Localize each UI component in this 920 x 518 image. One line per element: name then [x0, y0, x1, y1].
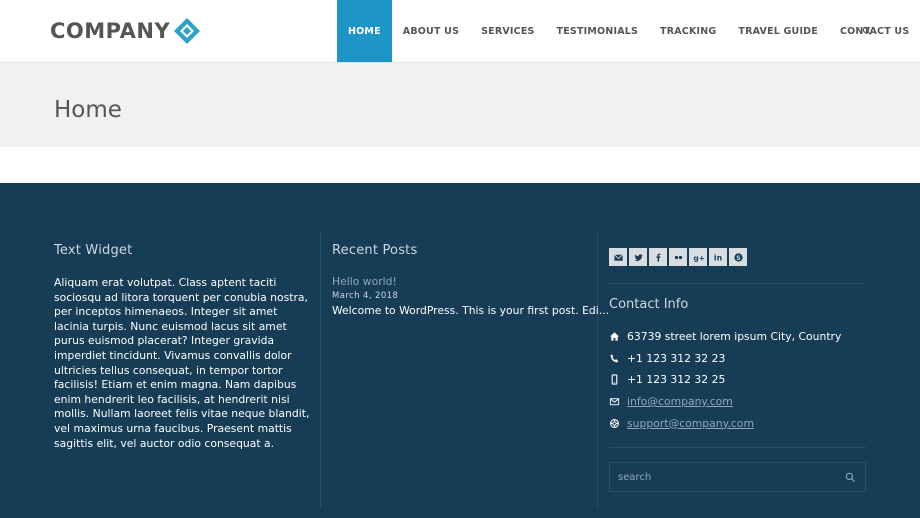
svg-text:in: in [713, 253, 721, 262]
social-icons: g+ in S [609, 248, 866, 266]
phone-icon [609, 353, 627, 364]
linkedin-icon[interactable]: in [709, 248, 727, 266]
recent-posts-widget: Recent Posts Hello world! March 4, 2018 … [332, 243, 610, 317]
nav-services[interactable]: SERVICES [470, 0, 545, 62]
post-title-link[interactable]: Hello world! [332, 275, 584, 288]
site-footer: Text Widget Aliquam erat volutpat. Class… [0, 183, 920, 518]
contact-divider [609, 283, 866, 284]
lifebuoy-icon [609, 418, 627, 429]
contact-info-title: Contact Info [609, 297, 689, 312]
mobile-text: +1 123 312 32 25 [627, 373, 726, 387]
contact-email: info@company.com [609, 391, 866, 413]
phone-text: +1 123 312 32 23 [627, 351, 726, 365]
address-text: 63739 street lorem ipsum City, Country [627, 330, 842, 344]
column-divider [597, 233, 598, 508]
post-excerpt: Welcome to WordPress. This is your first… [332, 304, 610, 317]
twitter-icon[interactable] [629, 248, 647, 266]
nav-testimonials[interactable]: TESTIMONIALS [546, 0, 650, 62]
contact-phone: +1 123 312 32 23 [609, 348, 866, 370]
search-icon[interactable] [862, 26, 872, 36]
recent-posts-title: Recent Posts [332, 243, 418, 258]
text-widget-body: Aliquam erat volutpat. Class aptent taci… [54, 276, 310, 450]
contact-support: support@company.com [609, 412, 866, 434]
nav-contact-us[interactable]: CONTACT US [829, 0, 920, 62]
mail-icon[interactable] [609, 248, 627, 266]
contact-divider [609, 447, 866, 448]
text-widget-title: Text Widget [54, 243, 133, 258]
email-link[interactable]: info@company.com [627, 395, 733, 408]
nav-travel-guide[interactable]: TRAVEL GUIDE [727, 0, 829, 62]
contact-mobile: +1 123 312 32 25 [609, 369, 866, 391]
skype-icon[interactable]: S [729, 248, 747, 266]
text-widget: Text Widget Aliquam erat volutpat. Class… [54, 243, 312, 451]
svg-text:S: S [736, 254, 740, 261]
footer-search-input[interactable] [610, 463, 835, 491]
site-header: COMPANY HOME ABOUT US SERVICES TESTIMONI… [0, 0, 920, 62]
contact-list: 63739 street lorem ipsum City, Country +… [609, 326, 866, 434]
facebook-icon[interactable] [649, 248, 667, 266]
nav-tracking[interactable]: TRACKING [649, 0, 727, 62]
footer-search [609, 462, 866, 492]
column-divider [320, 233, 321, 508]
home-icon [609, 331, 627, 342]
nav-home[interactable]: HOME [337, 0, 392, 62]
logo-diamond-icon [174, 18, 201, 44]
envelope-icon [609, 396, 627, 407]
page-title-band: Home [0, 62, 920, 147]
main-nav: HOME ABOUT US SERVICES TESTIMONIALS TRAC… [337, 0, 920, 62]
page-title: Home [54, 97, 122, 123]
search-icon[interactable] [835, 463, 865, 491]
mobile-icon [609, 374, 627, 386]
post-date: March 4, 2018 [332, 291, 399, 301]
support-link[interactable]: support@company.com [627, 417, 754, 430]
contact-widget: g+ in S Contact Info 63739 street lorem … [609, 248, 866, 492]
nav-about-us[interactable]: ABOUT US [392, 0, 470, 62]
contact-address: 63739 street lorem ipsum City, Country [609, 326, 866, 348]
logo-text: COMPANY [50, 19, 171, 43]
googleplus-icon[interactable]: g+ [689, 248, 707, 266]
site-logo[interactable]: COMPANY [50, 17, 201, 45]
flickr-icon[interactable] [669, 248, 687, 266]
svg-text:g+: g+ [693, 253, 704, 262]
